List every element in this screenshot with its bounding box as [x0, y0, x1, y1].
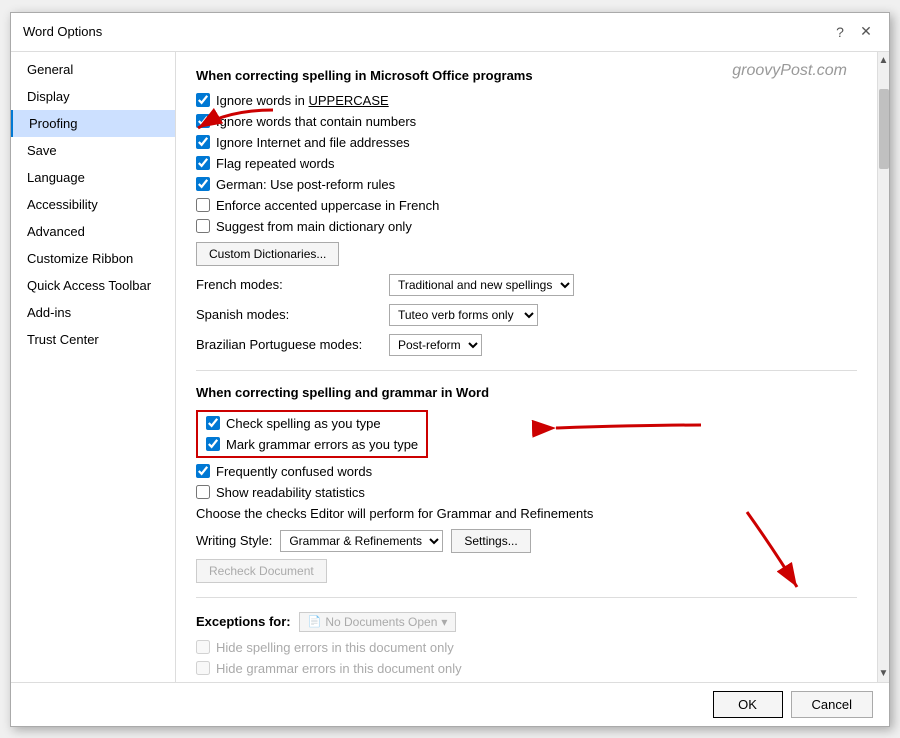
- label-check-spelling: Check spelling as you type: [226, 416, 381, 431]
- label-main-dict: Suggest from main dictionary only: [216, 219, 412, 234]
- option-french-accented: Enforce accented uppercase in French: [196, 198, 857, 213]
- recheck-row: Recheck Document: [196, 559, 857, 583]
- sidebar-item-quick-access-toolbar[interactable]: Quick Access Toolbar: [11, 272, 175, 299]
- title-bar: Word Options ? ✕: [11, 13, 889, 52]
- word-options-dialog: Word Options ? ✕ GeneralDisplayProofingS…: [10, 12, 890, 727]
- label-hide-spelling: Hide spelling errors in this document on…: [216, 640, 454, 655]
- no-docs-dropdown[interactable]: 📄 No Documents Open ▾: [299, 612, 457, 632]
- no-docs-chevron: ▾: [441, 615, 447, 629]
- label-grammar-errors: Mark grammar errors as you type: [226, 437, 418, 452]
- title-bar-controls: ? ✕: [829, 21, 877, 43]
- option-hide-grammar: Hide grammar errors in this document onl…: [196, 661, 857, 676]
- sidebar-item-add-ins[interactable]: Add-ins: [11, 299, 175, 326]
- checkbox-confused-words[interactable]: [196, 464, 210, 478]
- watermark: groovyPost.com: [732, 62, 847, 80]
- scroll-up-arrow[interactable]: ▲: [876, 52, 889, 69]
- option-numbers: Ignore words that contain numbers: [196, 114, 857, 129]
- sidebar-item-display[interactable]: Display: [11, 83, 175, 110]
- option-hide-spelling: Hide spelling errors in this document on…: [196, 640, 857, 655]
- label-confused-words: Frequently confused words: [216, 464, 372, 479]
- portuguese-modes-select[interactable]: Post-reform Pre-reform Both: [389, 334, 482, 356]
- sidebar-item-general[interactable]: General: [11, 56, 175, 83]
- checkbox-grammar-errors[interactable]: [206, 437, 220, 451]
- dialog-content: GeneralDisplayProofingSaveLanguageAccess…: [11, 52, 889, 682]
- option-grammar-errors: Mark grammar errors as you type: [206, 437, 418, 452]
- custom-dictionaries-button[interactable]: Custom Dictionaries...: [196, 242, 339, 266]
- section2-header: When correcting spelling and grammar in …: [196, 385, 857, 400]
- label-german: German: Use post‑reform rules: [216, 177, 395, 192]
- spanish-modes-select[interactable]: Tuteo verb forms only Voseo verb forms o…: [389, 304, 538, 326]
- portuguese-modes-row: Brazilian Portuguese modes: Post-reform …: [196, 334, 857, 356]
- sidebar: GeneralDisplayProofingSaveLanguageAccess…: [11, 52, 176, 682]
- label-uppercase: Ignore words in UPPERCASE: [216, 93, 389, 108]
- checkbox-repeated[interactable]: [196, 156, 210, 170]
- checkbox-numbers[interactable]: [196, 114, 210, 128]
- french-modes-select[interactable]: Traditional and new spellings Always use…: [389, 274, 574, 296]
- checkbox-hide-grammar[interactable]: [196, 661, 210, 675]
- option-german: German: Use post‑reform rules: [196, 177, 857, 192]
- option-main-dict: Suggest from main dictionary only: [196, 219, 857, 234]
- divider1: [196, 370, 857, 371]
- spanish-modes-row: Spanish modes: Tuteo verb forms only Vos…: [196, 304, 857, 326]
- option-readability: Show readability statistics: [196, 485, 857, 500]
- close-button[interactable]: ✕: [855, 21, 877, 43]
- checkbox-uppercase[interactable]: [196, 93, 210, 107]
- sidebar-item-trust-center[interactable]: Trust Center: [11, 326, 175, 353]
- recheck-button[interactable]: Recheck Document: [196, 559, 327, 583]
- help-button[interactable]: ?: [829, 21, 851, 43]
- highlighted-options-box: Check spelling as you type Mark grammar …: [196, 410, 428, 458]
- label-numbers: Ignore words that contain numbers: [216, 114, 416, 129]
- red-arrow-highlight: [546, 400, 706, 460]
- option-internet: Ignore Internet and file addresses: [196, 135, 857, 150]
- main-content: groovyPost.com When correcting spelling …: [176, 52, 877, 682]
- label-readability: Show readability statistics: [216, 485, 365, 500]
- checkbox-main-dict[interactable]: [196, 219, 210, 233]
- label-internet: Ignore Internet and file addresses: [216, 135, 410, 150]
- writing-style-label: Writing Style:: [196, 533, 272, 548]
- scroll-down-arrow[interactable]: ▼: [876, 665, 889, 682]
- portuguese-modes-label: Brazilian Portuguese modes:: [196, 337, 381, 352]
- checkbox-german[interactable]: [196, 177, 210, 191]
- checkbox-internet[interactable]: [196, 135, 210, 149]
- checkbox-french-accented[interactable]: [196, 198, 210, 212]
- exceptions-row: Exceptions for: 📄 No Documents Open ▾: [196, 612, 857, 632]
- option-repeated: Flag repeated words: [196, 156, 857, 171]
- option-uppercase: Ignore words in UPPERCASE: [196, 93, 857, 108]
- dialog-footer: OK Cancel: [11, 682, 889, 726]
- sidebar-item-proofing[interactable]: Proofing: [11, 110, 175, 137]
- divider2: [196, 597, 857, 598]
- no-docs-label: No Documents Open: [325, 615, 437, 629]
- grammar-check-desc: Choose the checks Editor will perform fo…: [196, 506, 857, 521]
- checkbox-hide-spelling[interactable]: [196, 640, 210, 654]
- french-modes-row: French modes: Traditional and new spelli…: [196, 274, 857, 296]
- dialog-title: Word Options: [23, 24, 102, 39]
- cancel-button[interactable]: Cancel: [791, 691, 873, 718]
- scrollbar-thumb[interactable]: [879, 89, 889, 169]
- french-modes-label: French modes:: [196, 277, 381, 292]
- checkbox-check-spelling[interactable]: [206, 416, 220, 430]
- settings-button[interactable]: Settings...: [451, 529, 530, 553]
- scrollbar[interactable]: ▲ ▼: [877, 52, 889, 682]
- writing-style-select[interactable]: Grammar & Refinements Grammar Only: [280, 530, 443, 552]
- sidebar-item-language[interactable]: Language: [11, 164, 175, 191]
- option-check-spelling: Check spelling as you type: [206, 416, 418, 431]
- ok-button[interactable]: OK: [713, 691, 783, 718]
- sidebar-item-save[interactable]: Save: [11, 137, 175, 164]
- spanish-modes-label: Spanish modes:: [196, 307, 381, 322]
- sidebar-item-advanced[interactable]: Advanced: [11, 218, 175, 245]
- sidebar-item-accessibility[interactable]: Accessibility: [11, 191, 175, 218]
- label-french-accented: Enforce accented uppercase in French: [216, 198, 439, 213]
- option-confused-words: Frequently confused words: [196, 464, 857, 479]
- label-hide-grammar: Hide grammar errors in this document onl…: [216, 661, 462, 676]
- writing-style-row: Writing Style: Grammar & Refinements Gra…: [196, 529, 857, 553]
- label-repeated: Flag repeated words: [216, 156, 335, 171]
- sidebar-item-customize-ribbon[interactable]: Customize Ribbon: [11, 245, 175, 272]
- exceptions-label: Exceptions for:: [196, 614, 291, 629]
- checkbox-readability[interactable]: [196, 485, 210, 499]
